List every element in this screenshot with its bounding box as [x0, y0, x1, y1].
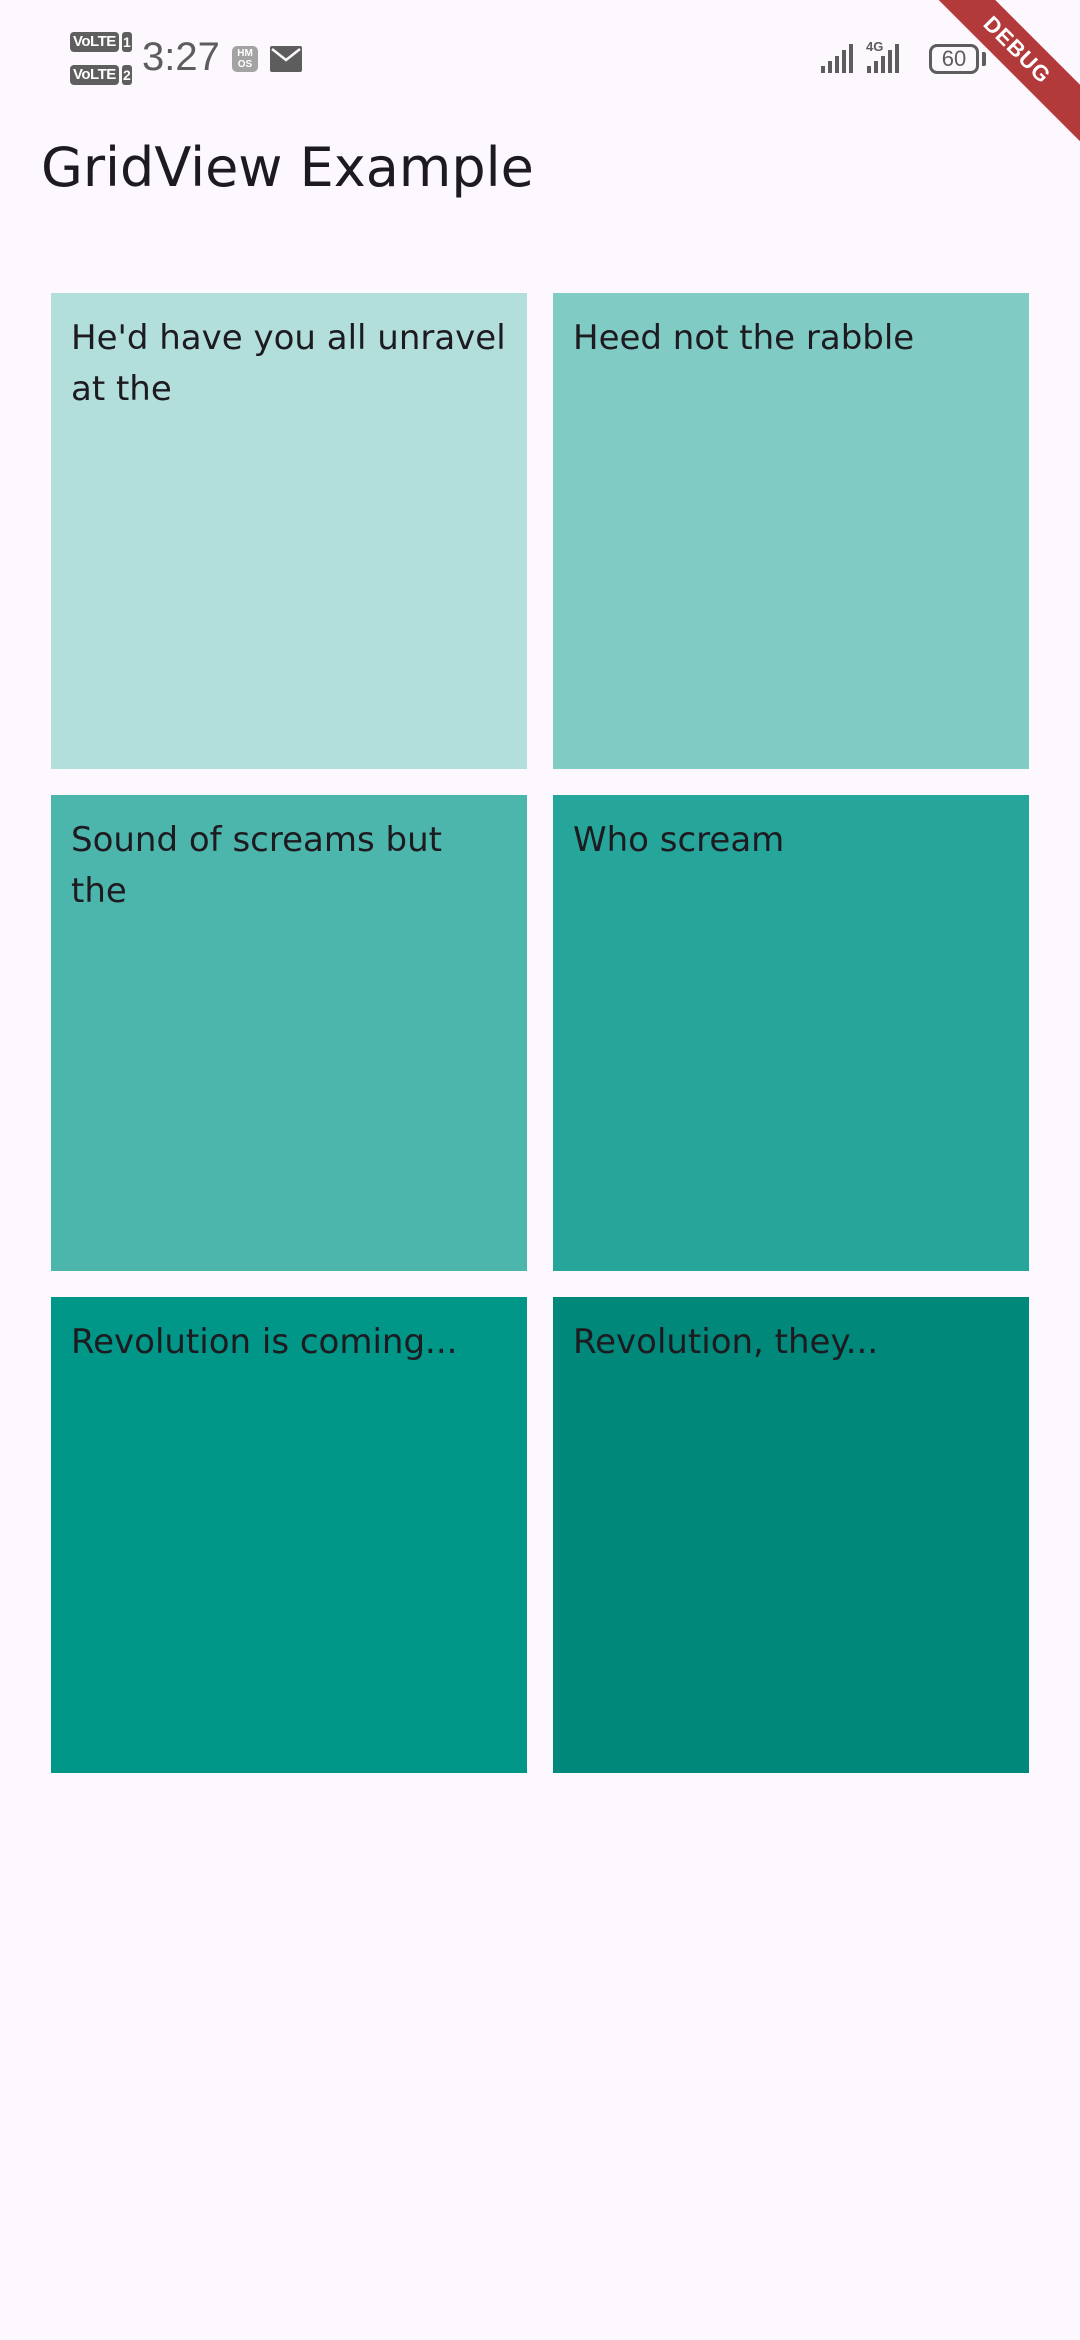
grid-tile: Revolution is coming... [51, 1297, 527, 1773]
sim-2-label: 2 [121, 65, 132, 85]
hmos-icon: HM OS [232, 46, 258, 72]
volte-label: VoLTE [70, 32, 119, 52]
envelope-icon [270, 46, 302, 72]
signal-icon [867, 44, 899, 73]
sim-1-label: 1 [121, 32, 132, 52]
volte-sim-2-indicator: VoLTE 2 [70, 64, 132, 86]
grid-view: He'd have you all unravel at the Heed no… [51, 293, 1029, 1773]
grid-tile: Revolution, they... [553, 1297, 1029, 1773]
grid-tile: He'd have you all unravel at the [51, 293, 527, 769]
status-bar: VoLTE 1 VoLTE 2 3:27 HM OS 4G 60 [0, 0, 1080, 120]
page-title: GridView Example [41, 136, 534, 199]
debug-banner: DEBUG [930, 0, 1080, 150]
signal-icon [821, 44, 853, 73]
grid-tile: Sound of screams but the [51, 795, 527, 1271]
volte-sim-1-indicator: VoLTE 1 [70, 31, 132, 53]
status-time: 3:27 [142, 35, 220, 79]
grid-tile: Who scream [553, 795, 1029, 1271]
debug-banner-label: DEBUG [930, 0, 1080, 150]
grid-tile: Heed not the rabble [553, 293, 1029, 769]
volte-label: VoLTE [70, 65, 119, 85]
